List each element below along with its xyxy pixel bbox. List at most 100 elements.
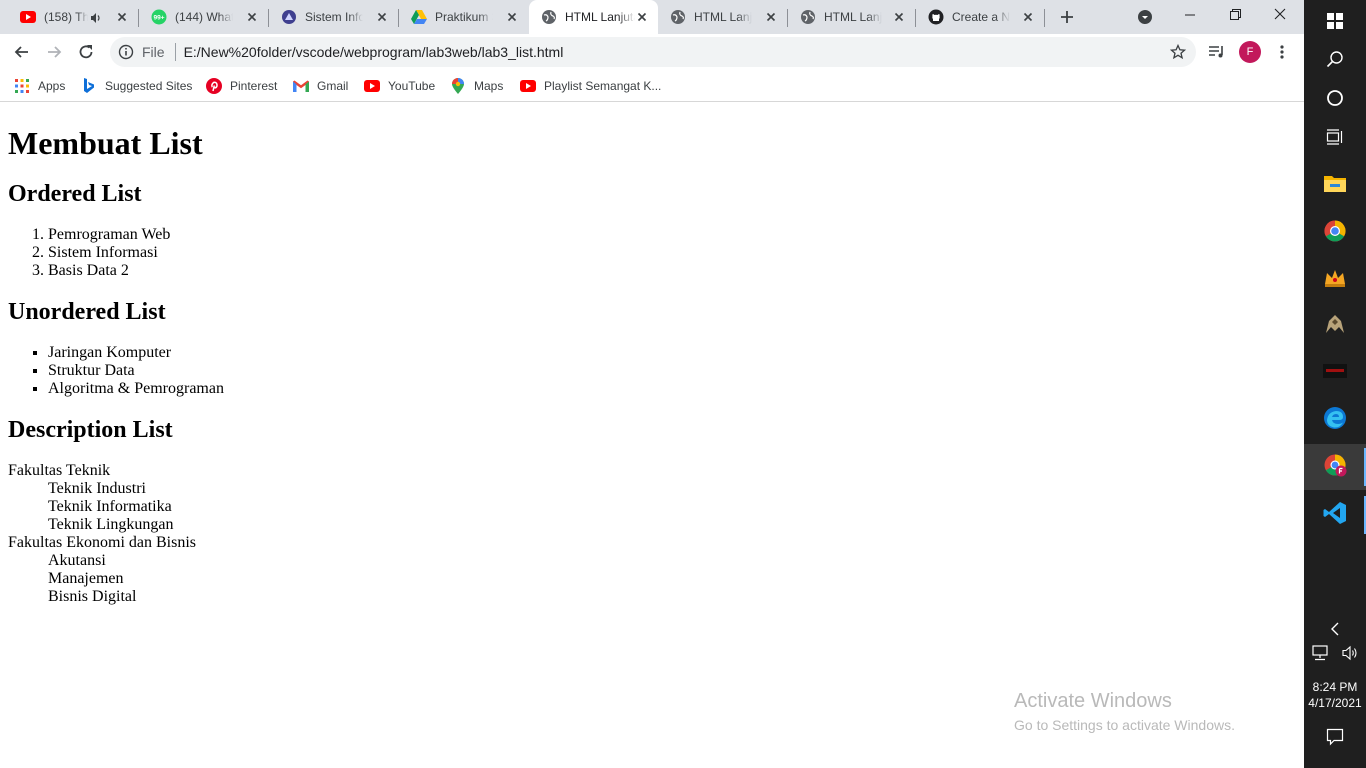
tab-sistem-informasi[interactable]: Sistem Informasi <box>269 0 398 34</box>
whatsapp-icon: 99+ <box>151 9 167 25</box>
tab-youtube[interactable]: (158) The Wee <box>8 0 138 34</box>
list-item: Algoritma & Pemrograman <box>48 380 1296 398</box>
pinterest-icon <box>206 78 222 94</box>
taskbar-vscode[interactable] <box>1304 492 1366 538</box>
tab-title: HTML Lanjutan <box>694 10 752 24</box>
tab-search-chevron-icon[interactable] <box>1137 9 1153 25</box>
description-detail: Teknik Informatika <box>48 498 172 515</box>
network-status[interactable] <box>1304 632 1335 678</box>
tab-html-lanjutan[interactable]: HTML Lanjutan <box>788 0 915 34</box>
taskbar-chrome-profile[interactable] <box>1304 444 1366 490</box>
taskbar-app-dark[interactable] <box>1304 350 1366 396</box>
windows-taskbar: 8:24 PM 4/17/2021 <box>1304 0 1366 768</box>
bookmark-label: Suggested Sites <box>105 79 193 93</box>
description-detail: Teknik Industri <box>48 480 146 497</box>
action-center-button[interactable] <box>1304 716 1366 762</box>
unordered-list: Jaringan Komputer Struktur Data Algoritm… <box>8 344 1296 398</box>
volume-status[interactable] <box>1335 632 1366 678</box>
description-list: Fakultas Teknik Teknik Industri Teknik I… <box>8 462 1296 606</box>
address-divider <box>174 43 176 61</box>
media-queue-icon[interactable] <box>1208 44 1226 60</box>
profile-avatar[interactable]: F <box>1239 41 1261 63</box>
url-text[interactable]: E:/New%20folder/vscode/webprogram/lab3we… <box>184 44 564 60</box>
tab-github[interactable]: Create a New <box>916 0 1044 34</box>
speaker-icon[interactable] <box>90 11 102 23</box>
bookmark-youtube[interactable]: YouTube <box>364 77 435 95</box>
close-tab-icon[interactable] <box>114 9 130 25</box>
svg-text:99+: 99+ <box>153 15 164 22</box>
taskbar-game-character[interactable] <box>1304 303 1366 349</box>
youtube-icon <box>520 78 536 94</box>
close-tab-icon[interactable] <box>244 9 260 25</box>
forward-arrow-icon[interactable] <box>44 42 64 62</box>
apps-grid-icon <box>14 78 30 94</box>
gmail-icon <box>293 78 309 94</box>
description-list-heading: Description List <box>8 417 173 443</box>
tab-whatsapp[interactable]: 99+ (144) WhatsApp <box>139 0 268 34</box>
unordered-list-heading: Unordered List <box>8 299 166 325</box>
bookmark-suggested-sites[interactable]: Suggested Sites <box>81 77 192 95</box>
description-detail: Bisnis Digital <box>48 588 137 605</box>
back-arrow-icon[interactable] <box>12 42 32 62</box>
tab-html-lanjutan-active[interactable]: HTML Lanjutan <box>529 0 658 34</box>
cortana-circle-icon <box>1326 89 1344 112</box>
google-drive-icon <box>411 9 427 25</box>
description-term: Fakultas Teknik <box>8 462 111 479</box>
bing-icon <box>81 78 97 94</box>
globe-icon <box>541 9 557 25</box>
maps-pin-icon <box>450 78 466 94</box>
taskbar-edge[interactable] <box>1304 397 1366 443</box>
youtube-icon <box>364 78 380 94</box>
close-tab-icon[interactable] <box>374 9 390 25</box>
notification-icon <box>1326 728 1344 751</box>
watermark-subtitle: Go to Settings to activate Windows. <box>1014 717 1235 733</box>
list-item: Basis Data 2 <box>48 262 1296 280</box>
clock-time: 8:24 PM <box>1312 680 1358 694</box>
address-bar[interactable]: File E:/New%20folder/vscode/webprogram/l… <box>110 37 1196 67</box>
info-icon[interactable] <box>118 44 134 60</box>
taskbar-file-explorer[interactable] <box>1304 162 1366 208</box>
tab-praktikum[interactable]: Praktikum 3 - Google <box>399 0 528 34</box>
close-tab-icon[interactable] <box>763 9 779 25</box>
bookmark-apps[interactable]: Apps <box>14 77 65 95</box>
browser-window: (158) The Wee 99+ (144) WhatsApp Sistem … <box>0 0 1304 768</box>
minimize-icon[interactable] <box>1178 5 1202 25</box>
tab-strip: (158) The Wee 99+ (144) WhatsApp Sistem … <box>0 0 1304 34</box>
vscode-icon <box>1323 501 1347 530</box>
description-term: Fakultas Ekonomi dan Bisnis <box>8 534 196 551</box>
close-tab-icon[interactable] <box>891 9 907 25</box>
reload-icon[interactable] <box>76 42 96 62</box>
ordered-list: Pemrograman Web Sistem Informasi Basis D… <box>8 226 1296 280</box>
new-tab-plus-icon[interactable] <box>1057 7 1077 27</box>
close-tab-icon[interactable] <box>634 9 650 25</box>
tab-html-lanjutan[interactable]: HTML Lanjutan <box>658 0 787 34</box>
university-icon <box>281 9 297 25</box>
kebab-menu-icon[interactable] <box>1276 43 1288 61</box>
page-title: Membuat List <box>8 125 203 161</box>
taskbar-clock[interactable]: 8:24 PM 4/17/2021 <box>1304 679 1366 711</box>
youtube-icon <box>20 9 36 25</box>
crown-icon <box>1323 268 1347 293</box>
taskbar-game-crown[interactable] <box>1304 257 1366 303</box>
taskbar-chrome[interactable] <box>1304 210 1366 256</box>
close-tab-icon[interactable] <box>1020 9 1036 25</box>
tab-separator <box>1044 9 1045 27</box>
close-tab-icon[interactable] <box>504 9 520 25</box>
bookmark-maps[interactable]: Maps <box>450 77 503 95</box>
windows-logo-icon <box>1327 12 1343 34</box>
restore-icon[interactable] <box>1223 5 1247 25</box>
tab-title: Create a New <box>952 10 1010 24</box>
description-detail: Akutansi <box>48 552 106 569</box>
close-window-icon[interactable] <box>1268 5 1292 25</box>
bookmark-star-icon[interactable] <box>1169 43 1187 60</box>
edge-icon <box>1323 406 1347 435</box>
bookmark-pinterest[interactable]: Pinterest <box>206 77 277 95</box>
clock-date: 4/17/2021 <box>1308 696 1362 710</box>
bookmark-label: Playlist Semangat K... <box>544 79 662 93</box>
bookmark-gmail[interactable]: Gmail <box>293 77 348 95</box>
bookmark-playlist[interactable]: Playlist Semangat K... <box>520 77 661 95</box>
ordered-list-heading: Ordered List <box>8 181 142 207</box>
globe-icon <box>670 9 686 25</box>
description-detail: Teknik Lingkungan <box>48 516 174 533</box>
task-view-button[interactable] <box>1304 116 1366 162</box>
